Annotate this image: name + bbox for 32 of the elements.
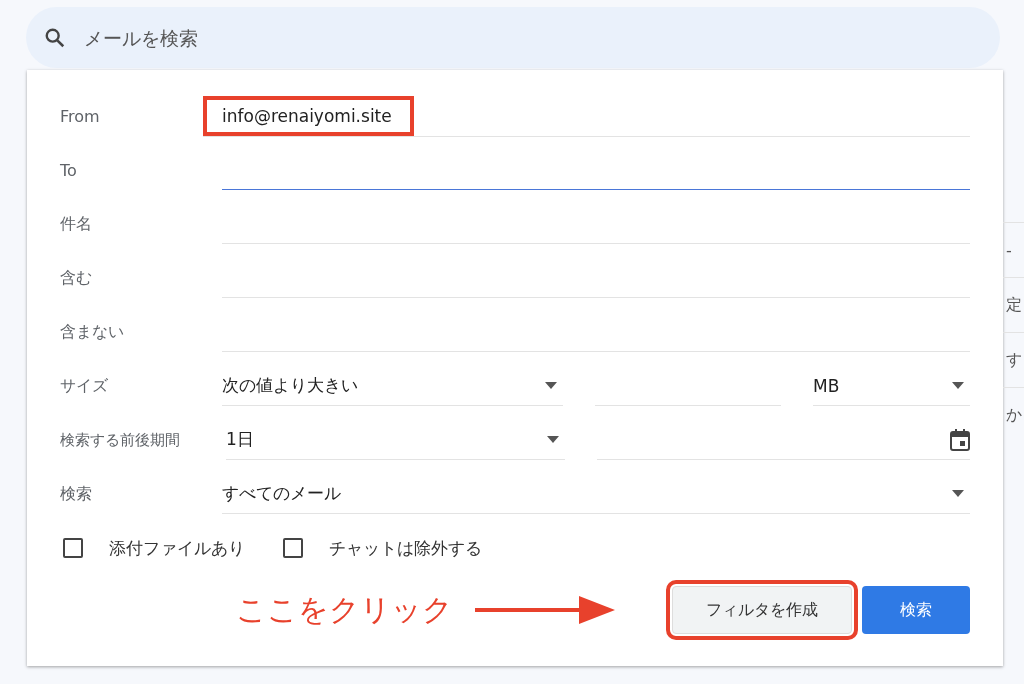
search-icon (44, 26, 66, 49)
list-row[interactable]: 定 (1003, 277, 1024, 332)
caret-icon (952, 382, 964, 389)
search-field[interactable]: メールを検索 (26, 7, 1000, 68)
checkbox[interactable] (283, 538, 303, 558)
list-row[interactable]: す (1003, 332, 1024, 387)
caret-icon (952, 490, 964, 497)
search-button[interactable]: 検索 (862, 586, 970, 634)
field-value: info@renaiyomi.site (203, 95, 414, 136)
checkbox-label: 添付ファイルあり (109, 536, 245, 560)
field-label: サイズ (60, 375, 109, 397)
scope-select[interactable]: すべてのメール (222, 474, 970, 514)
field-label: To (60, 160, 78, 180)
field-label: 含まない (60, 321, 125, 343)
checkbox[interactable] (63, 538, 83, 558)
caret-icon (547, 436, 559, 443)
list-row[interactable]: か (1003, 387, 1024, 442)
text-field[interactable]: info@renaiyomi.site (203, 95, 970, 137)
unit-select[interactable]: MB (813, 366, 970, 406)
caret-icon (545, 382, 557, 389)
field-label: 件名 (60, 213, 93, 235)
calendar-icon[interactable] (950, 428, 970, 451)
search-input[interactable]: メールを検索 (82, 25, 1000, 50)
list-row[interactable]: - (1003, 222, 1024, 277)
period-select[interactable]: 1日 (226, 420, 565, 460)
annotation-text: ここをクリック (236, 590, 453, 629)
field-label: From (60, 106, 101, 126)
field-label: 含む (60, 267, 93, 289)
field-label: 検索する前後期間 (60, 430, 181, 450)
field-label: 検索 (60, 483, 93, 505)
operator-select[interactable]: 次の値より大きい (222, 366, 563, 406)
checkbox-label: チャットは除外する (329, 536, 482, 560)
